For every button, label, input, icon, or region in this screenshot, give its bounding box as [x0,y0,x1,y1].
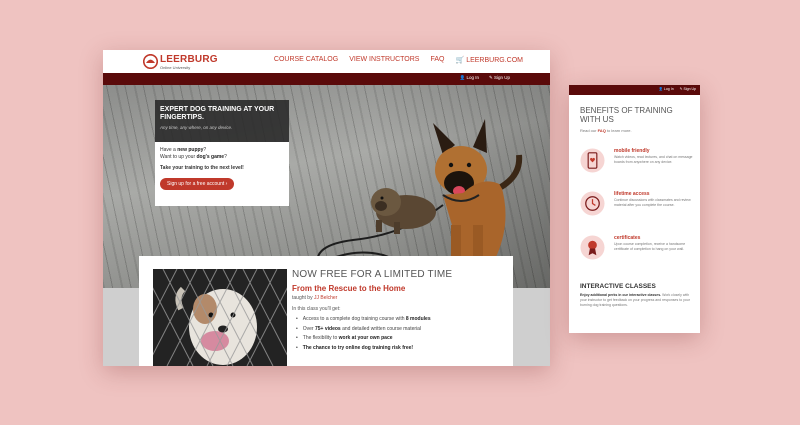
benefit-certificates: certificates Upon course completion, rec… [580,235,695,271]
hero-card-body: Have a new puppy? Want to up your dog's … [155,142,289,206]
mobile-login-link[interactable]: 👤 Log In [659,87,674,91]
mobile-utility-bar: 👤 Log In ✎ Sign Up [569,85,700,95]
rescue-dog-photo [153,269,287,366]
interactive-classes-desc: Enjoy additional perks in our interactiv… [580,293,690,307]
login-label: Log In [466,75,479,80]
utility-bar: 👤 Log In ✎ Sign Up [103,73,550,85]
course-title[interactable]: From the Rescue to the Home [292,284,502,293]
mobile-device-icon [580,148,605,173]
faq-line: Read our FAQ to learn more. [580,128,632,133]
promo-text: NOW FREE FOR A LIMITED TIME From the Res… [292,269,502,353]
logo-name: LEERBURG [160,54,218,65]
top-navigation: LEERBURG Online University COURSE CATALO… [103,50,550,73]
malinois-dog-image [433,119,523,263]
benefit-desc: Watch videos, read lectures, and chat on… [614,155,693,164]
benefit-title: certificates [614,235,641,241]
nav-course-catalog[interactable]: COURSE CATALOG [274,56,338,64]
promo-title: NOW FREE FOR A LIMITED TIME [292,269,453,280]
mobile-preview: 👤 Log In ✎ Sign Up BENEFITS OF TRAINING … [569,85,700,333]
rescue-dog-image [153,269,287,366]
taught-by: taught by JJ Belcher [292,295,338,301]
hero-line-puppy: Have a new puppy? [160,147,207,153]
nav-links: COURSE CATALOG VIEW INSTRUCTORS FAQ 🛒 LEE… [274,56,523,64]
login-link[interactable]: 👤 Log In [460,75,479,81]
mobile-util-links: 👤 Log In ✎ Sign Up [659,87,696,91]
signup-link[interactable]: ✎ Sign Up [489,75,510,81]
mobile-signup-link[interactable]: ✎ Sign Up [680,87,696,91]
logo-circle-icon [143,54,158,69]
signup-label: Sign Up [493,75,510,80]
hero-subheading: Any time, any where, on any device. [160,125,233,130]
faq-link[interactable]: FAQ [598,128,606,133]
ribbon-award-icon [580,235,605,260]
nav-leerburg-label: LEERBURG.COM [466,57,523,64]
class-intro: In this class you'll get: [292,306,341,312]
feature-list: Access to a complete dog training course… [292,315,502,353]
instructor-link[interactable]: JJ Belcher [314,295,337,301]
nav-faq[interactable]: FAQ [430,56,444,64]
mobile-signup-label: Sign Up [683,87,696,91]
list-item: The chance to try online dog training ri… [292,344,502,354]
hero-card: EXPERT DOG TRAINING AT YOUR FINGERTIPS. … [155,100,289,206]
clock-icon [580,191,605,216]
benefit-title: mobile friendly [614,148,650,154]
list-item: The flexibility to work at your own pace [292,334,502,344]
desktop-preview: LEERBURG Online University COURSE CATALO… [103,50,550,366]
benefits-heading: BENEFITS OF TRAINING WITH US [580,106,673,124]
hero-card-header: EXPERT DOG TRAINING AT YOUR FINGERTIPS. … [155,100,289,142]
benefit-lifetime-access: lifetime access Continue discussions wit… [580,191,695,227]
benefit-title: lifetime access [614,191,650,197]
list-item: Over 75+ videos and detailed written cou… [292,325,502,335]
benefit-desc: Upon course completion, receive a handso… [614,242,686,251]
benefit-desc: Continue discussions with classmates and… [614,198,691,207]
util-links: 👤 Log In ✎ Sign Up [460,75,510,81]
hero-line-game: Want to up your dog's game? [160,154,227,160]
cart-icon: 🛒 [455,57,465,64]
promo-section: NOW FREE FOR A LIMITED TIME From the Res… [139,256,513,366]
logo-tagline: Online University [160,65,191,70]
hero-line-next-level: Take your training to the next level! [160,165,244,171]
mobile-login-label: Log In [663,87,674,91]
hero-heading: EXPERT DOG TRAINING AT YOUR FINGERTIPS. [160,106,275,121]
list-item: Access to a complete dog training course… [292,315,502,325]
benefit-mobile-friendly: mobile friendly Watch videos, read lectu… [580,148,695,184]
interactive-classes-heading: INTERACTIVE CLASSES [580,283,656,290]
nav-leerburg-com[interactable]: 🛒 LEERBURG.COM [455,56,523,64]
nav-view-instructors[interactable]: VIEW INSTRUCTORS [349,56,419,64]
free-account-signup-button[interactable]: Sign up for a free account › [160,178,235,190]
